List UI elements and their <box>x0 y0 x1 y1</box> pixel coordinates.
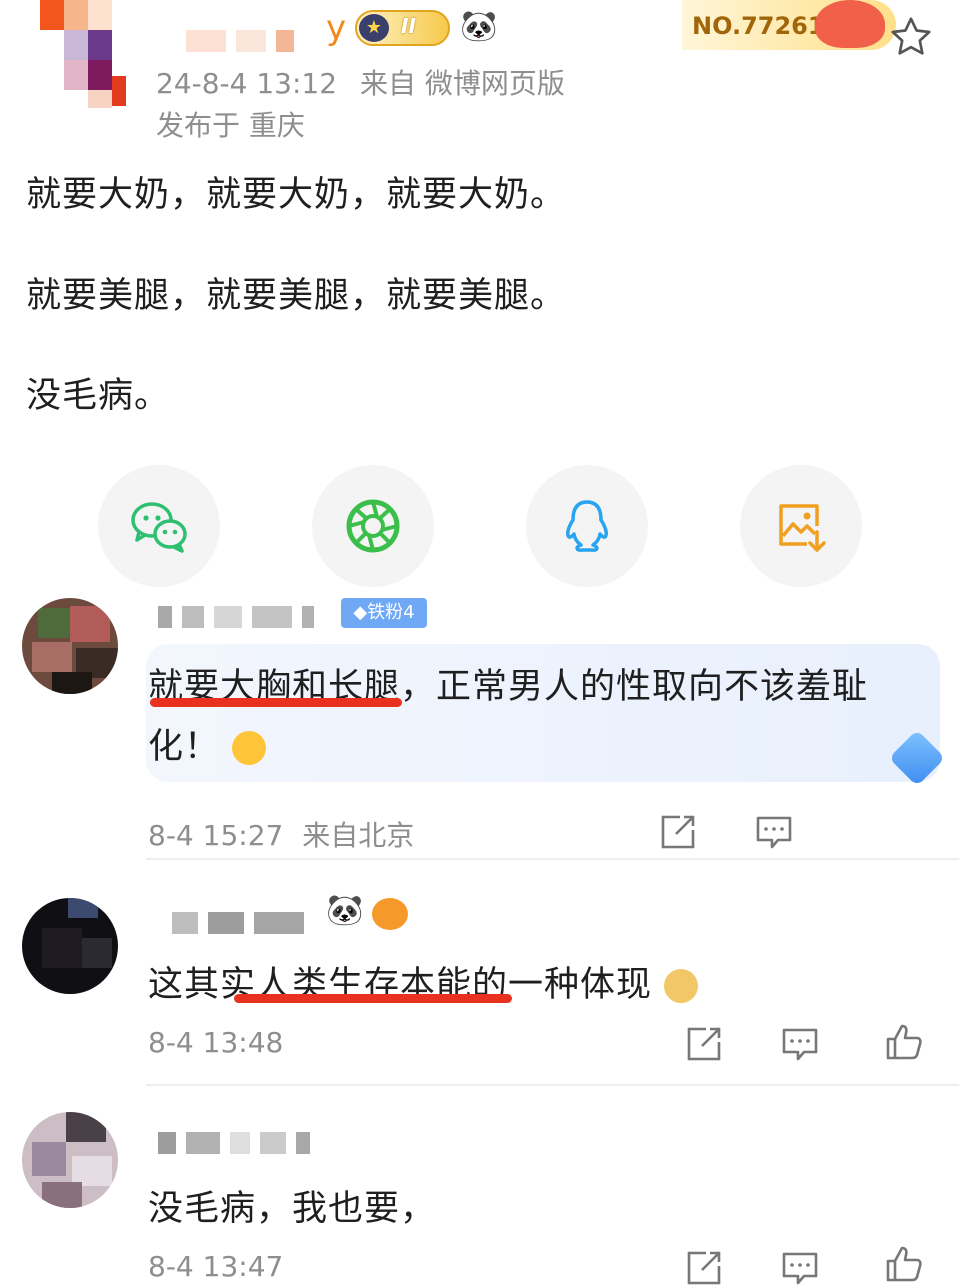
comment-icon[interactable] <box>780 1248 820 1288</box>
post-text-line-3: 没毛病。 <box>26 376 171 416</box>
wechat-icon <box>131 502 187 553</box>
comment-divider <box>146 858 959 860</box>
panda-icon: 🐼 <box>326 893 364 928</box>
commenter-name-blurred[interactable] <box>172 912 314 938</box>
red-underline <box>150 698 402 707</box>
comment-time: 8-4 15:27 <box>148 819 284 852</box>
commenter-avatar[interactable] <box>22 1112 118 1208</box>
comment-divider <box>146 1084 959 1086</box>
member-level-badge[interactable]: ★ II <box>355 10 450 46</box>
panda-icon: 🐼 <box>460 9 498 44</box>
comment-time: 8-4 13:47 <box>148 1250 284 1283</box>
moments-share-button[interactable] <box>312 465 434 587</box>
crown-icon: ★ <box>359 14 389 42</box>
author-name-blurred[interactable] <box>186 30 304 56</box>
post-text-line-1: 就要大奶，就要大奶，就要大奶。 <box>26 175 567 215</box>
commenter-name-blurred[interactable] <box>158 606 324 632</box>
red-underline <box>234 994 512 1003</box>
moments-icon <box>346 499 400 553</box>
repost-icon[interactable] <box>684 1024 724 1064</box>
comment-icon[interactable] <box>780 1024 820 1064</box>
post-location: 发布于 重庆 <box>156 109 305 142</box>
qq-share-button[interactable] <box>526 465 648 587</box>
like-thumb-icon[interactable] <box>884 1244 924 1284</box>
comment-text-line-2: 化！ <box>148 718 267 769</box>
fans-mascot-icon <box>815 0 885 48</box>
commenter-name-blurred[interactable] <box>158 1132 320 1158</box>
fish-badge-icon <box>372 898 408 930</box>
excited-face-emoji-icon <box>232 731 267 765</box>
save-image-button[interactable] <box>740 465 862 587</box>
level-text: II <box>401 14 416 38</box>
iron-fan-badge-label: 铁粉4 <box>367 602 415 623</box>
wechat-share-button[interactable] <box>98 465 220 587</box>
comment-text: 没毛病，我也要， <box>148 1189 437 1229</box>
comment-meta: 8-4 15:27 来自北京 <box>148 814 414 854</box>
post-timestamp: 24-8-4 13:12 <box>156 67 338 100</box>
comment-text-line-2-value: 化！ <box>148 727 221 767</box>
comment-location: 来自北京 <box>302 819 415 852</box>
commenter-avatar[interactable] <box>22 898 118 994</box>
favorite-star-icon[interactable] <box>888 14 934 60</box>
author-name-suffix[interactable]: y <box>326 8 346 48</box>
post-meta: 24-8-4 13:12 来自 微博网页版 <box>156 62 565 102</box>
comment-icon[interactable] <box>754 812 794 852</box>
diamond-icon: ◆ <box>353 602 368 623</box>
iron-fan-badge: ◆铁粉4 <box>341 598 427 628</box>
repost-icon[interactable] <box>684 1248 724 1288</box>
commenter-avatar[interactable] <box>22 598 118 694</box>
post-text-line-2: 就要美腿，就要美腿，就要美腿。 <box>26 276 567 316</box>
author-avatar[interactable] <box>30 0 130 110</box>
repost-icon[interactable] <box>658 812 698 852</box>
post-source: 来自 微博网页版 <box>359 67 565 100</box>
qq-icon <box>566 500 608 552</box>
comment-time: 8-4 13:48 <box>148 1026 284 1059</box>
like-thumb-icon[interactable] <box>884 1022 924 1062</box>
save-image-icon <box>779 504 826 552</box>
doge-emoji-icon <box>664 969 699 1003</box>
